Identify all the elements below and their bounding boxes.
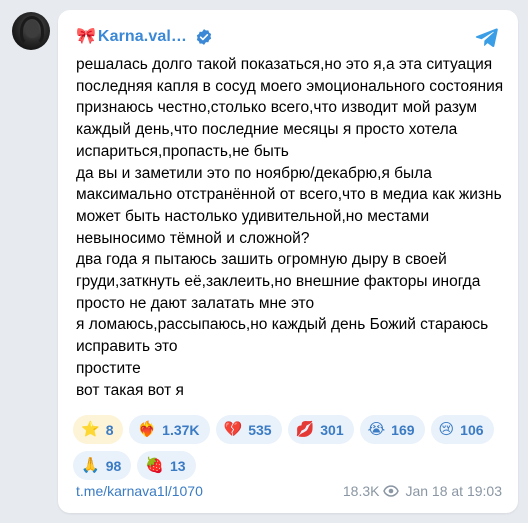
reaction-count: 301: [320, 421, 344, 438]
ribbon-icon: 🎀: [76, 28, 96, 45]
telegram-icon[interactable]: [474, 24, 500, 50]
post-card: 🎀 Karna.val… решалась долго такой показа…: [58, 10, 518, 513]
reaction-count: 98: [105, 457, 122, 474]
avatar-face-shape: [25, 20, 39, 38]
post-footer: t.me/karnava1l/1070 18.3K Jan 18 at 19:0…: [76, 483, 502, 499]
reaction-count: 535: [248, 421, 272, 438]
verified-icon: [196, 29, 212, 45]
crying-face-icon: 😢: [438, 421, 455, 438]
reaction-loudly-crying[interactable]: 😭 169: [359, 415, 425, 444]
kiss-mark-icon: 💋: [295, 421, 315, 438]
loudly-crying-face-icon: 😭: [367, 421, 386, 438]
reaction-star[interactable]: ⭐ 8: [73, 415, 124, 444]
reaction-count: 169: [391, 421, 415, 438]
post-date: Jan 18 at 19:03: [405, 483, 502, 499]
channel-name[interactable]: Karna.val…: [98, 28, 187, 46]
view-count: 18.3K: [342, 483, 380, 499]
reaction-count: 1.37K: [162, 421, 200, 438]
reaction-kiss-mark[interactable]: 💋 301: [287, 415, 354, 444]
reaction-crying[interactable]: 😢 106: [430, 415, 494, 444]
reactions-bar: ⭐ 8 ❤️‍🔥 1.37K 💔 535 💋 301 😭 169 😢 106 🙏…: [73, 415, 503, 480]
reaction-count: 8: [105, 421, 114, 438]
broken-heart-icon: 💔: [223, 421, 243, 438]
post-meta: 18.3K Jan 18 at 19:03: [343, 483, 502, 499]
eye-icon: [383, 485, 400, 497]
heart-on-fire-icon: ❤️‍🔥: [137, 421, 157, 438]
folded-hands-icon: 🙏: [81, 457, 100, 474]
post-header: 🎀 Karna.val…: [76, 26, 213, 48]
strawberry-icon: 🍓: [145, 457, 164, 474]
reaction-count: 106: [460, 421, 484, 438]
reaction-folded-hands[interactable]: 🙏 98: [73, 451, 132, 480]
channel-avatar[interactable]: [12, 12, 50, 50]
reaction-strawberry[interactable]: 🍓 13: [137, 451, 196, 480]
reaction-count: 13: [169, 457, 186, 474]
post-link[interactable]: t.me/karnava1l/1070: [76, 483, 203, 499]
reaction-broken-heart[interactable]: 💔 535: [215, 415, 282, 444]
reaction-heart-on-fire[interactable]: ❤️‍🔥 1.37K: [129, 415, 210, 444]
star-icon: ⭐: [81, 421, 100, 438]
post-text: решалась долго такой показаться,но это я…: [76, 56, 504, 399]
